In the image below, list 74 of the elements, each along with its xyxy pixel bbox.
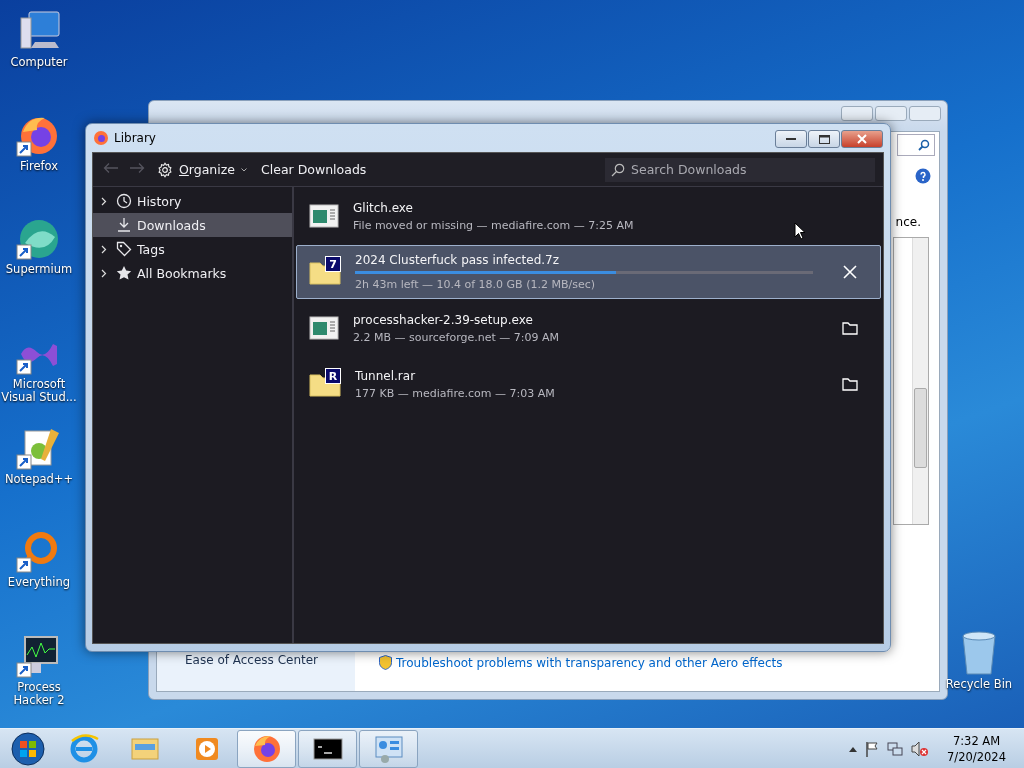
search-field[interactable] bbox=[897, 134, 935, 156]
recycle-bin-icon bbox=[959, 630, 999, 676]
troubleshoot-link[interactable]: Troubleshoot problems with transparency and other Aero effects bbox=[396, 655, 783, 670]
download-item[interactable]: Glitch.exe File moved or missing — mediafire.com — 7:25 AM bbox=[296, 189, 881, 243]
gear-icon bbox=[157, 161, 173, 178]
shield-icon bbox=[379, 655, 392, 670]
muted-speaker-icon[interactable] bbox=[911, 741, 930, 757]
search-icon bbox=[611, 162, 625, 177]
folder-icon bbox=[842, 377, 858, 391]
star-icon bbox=[116, 265, 132, 281]
minimize-icon bbox=[786, 137, 796, 141]
archive-file-icon: 7 bbox=[309, 259, 341, 285]
sidebar-item[interactable]: History bbox=[93, 189, 292, 213]
desktop-icon-label[interactable]: Process Hacker 2 bbox=[0, 681, 78, 708]
download-item[interactable]: processhacker-2.39-setup.exe 2.2 MB — sourceforge.net — 7:09 AM bbox=[296, 301, 881, 355]
firefox-icon bbox=[253, 735, 280, 762]
desktop-icon-label[interactable]: Firefox bbox=[0, 160, 78, 174]
forward-arrow-icon bbox=[129, 162, 145, 174]
download-status: 2.2 MB — sourceforge.net — 7:09 AM bbox=[353, 330, 559, 344]
flag-icon[interactable] bbox=[865, 741, 880, 757]
chevron-icon bbox=[101, 196, 107, 206]
folder-icon bbox=[842, 321, 858, 335]
download-item[interactable]: R Tunnel.rar 177 KB — mediafire.com — 7:03 AM bbox=[296, 357, 881, 411]
maximize-icon bbox=[818, 134, 830, 144]
command-prompt-icon bbox=[313, 738, 342, 760]
close-icon bbox=[843, 265, 857, 279]
desktop-icon-label[interactable]: Computer bbox=[0, 56, 78, 70]
sidebar-item[interactable]: All Bookmarks bbox=[93, 261, 292, 285]
close-icon bbox=[857, 134, 867, 144]
chevron-icon bbox=[101, 268, 107, 278]
scrollbar[interactable] bbox=[912, 238, 928, 524]
download-status: 177 KB — mediafire.com — 7:03 AM bbox=[355, 386, 555, 400]
download-status: File moved or missing — mediafire.com — 7:25 AM bbox=[353, 218, 634, 232]
clear-downloads-button[interactable]: Clear Downloads bbox=[259, 160, 369, 179]
network-icon[interactable] bbox=[887, 741, 904, 757]
caret-icon bbox=[241, 167, 247, 172]
desktop-icon-label[interactable]: Supermium bbox=[0, 263, 78, 277]
firefox-icon bbox=[93, 130, 109, 146]
taskbar-button[interactable] bbox=[298, 730, 357, 768]
search-icon bbox=[918, 139, 930, 151]
sidebar-item[interactable]: Tags bbox=[93, 237, 292, 261]
desktop-icon-label[interactable]: Notepad++ bbox=[0, 473, 78, 487]
clock-icon bbox=[116, 193, 132, 209]
show-hidden-icons-icon[interactable] bbox=[849, 746, 858, 752]
program-file-icon bbox=[309, 316, 339, 340]
window-text: nce. bbox=[895, 215, 921, 229]
ease-of-access-link[interactable]: Ease of Access Center bbox=[185, 653, 319, 667]
download-item[interactable]: 7 2024 Clusterfuck pass infected.7z 2h 43m left — 10.4 of 18.0 GB (1.2 MB/sec) bbox=[296, 245, 881, 299]
desktop-icon-label[interactable]: Everything bbox=[0, 576, 78, 590]
desktop-icon-label[interactable]: Microsoft Visual Stud... bbox=[0, 378, 78, 405]
file-name: Glitch.exe bbox=[353, 200, 413, 215]
chevron-icon bbox=[101, 244, 107, 254]
desktop-icon-label[interactable]: Recycle Bin bbox=[940, 678, 1018, 692]
search-downloads-field[interactable]: Search Downloads bbox=[605, 157, 875, 182]
file-name: Tunnel.rar bbox=[355, 368, 416, 383]
clock-date[interactable]: 7/20/2024 bbox=[947, 750, 1006, 764]
sidebar-item[interactable]: Downloads bbox=[93, 213, 292, 237]
control-panel-icon bbox=[375, 736, 402, 763]
back-arrow-icon bbox=[103, 162, 119, 174]
tag-icon bbox=[116, 241, 132, 257]
mouse-pointer-icon bbox=[794, 222, 806, 240]
file-name: 2024 Clusterfuck pass infected.7z bbox=[355, 253, 560, 267]
download-icon bbox=[116, 217, 132, 233]
download-status: 2h 43m left — 10.4 of 18.0 GB (1.2 MB/sec) bbox=[355, 278, 595, 291]
clock-time[interactable]: 7:32 AM bbox=[952, 734, 1001, 748]
window-title: Library bbox=[114, 131, 157, 145]
media-player-icon bbox=[195, 738, 218, 760]
internet-explorer-icon bbox=[70, 734, 99, 763]
organize-menu-button[interactable]: Organize bbox=[155, 159, 249, 180]
file-name: processhacker-2.39-setup.exe bbox=[353, 312, 533, 327]
help-icon[interactable] bbox=[915, 168, 931, 184]
folder-icon bbox=[131, 738, 158, 760]
program-file-icon bbox=[309, 204, 339, 228]
archive-file-icon: R bbox=[309, 371, 341, 397]
